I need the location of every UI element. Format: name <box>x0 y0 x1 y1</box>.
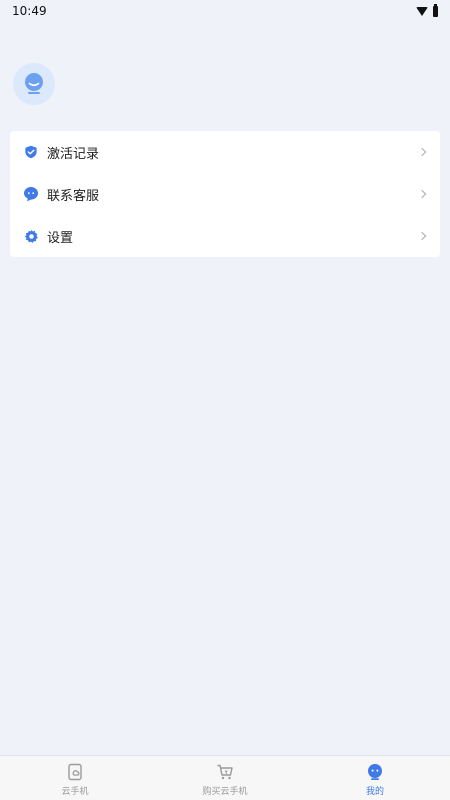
tab-label: 云手机 <box>61 787 89 797</box>
status-icons <box>416 3 438 17</box>
settings-gear-icon <box>23 228 39 244</box>
chevron-right-icon <box>417 189 427 199</box>
menu-item-settings[interactable]: 设置 <box>10 215 440 257</box>
tab-mine[interactable]: 我的 <box>300 756 450 800</box>
battery-icon <box>433 3 438 17</box>
menu-item-label: 激活记录 <box>47 146 100 162</box>
wifi-icon <box>416 6 428 16</box>
tab-label: 购买云手机 <box>202 787 248 797</box>
menu-item-activation-record[interactable]: 激活记录 <box>10 131 440 173</box>
mine-icon <box>365 762 385 782</box>
customer-service-icon <box>23 186 39 202</box>
tab-label: 我的 <box>365 787 384 797</box>
cart-icon <box>215 762 235 782</box>
chevron-right-icon <box>417 231 427 241</box>
menu-item-label: 设置 <box>47 230 74 246</box>
menu-item-label: 联系客服 <box>47 188 100 204</box>
bottom-tab-bar: 云手机 购买云手机 我的 <box>0 755 450 800</box>
status-time: 10:49 <box>12 4 47 18</box>
user-avatar-icon[interactable] <box>13 63 55 105</box>
menu-item-customer-service[interactable]: 联系客服 <box>10 173 440 215</box>
chevron-right-icon <box>417 147 427 157</box>
status-bar: 10:49 <box>0 0 450 22</box>
menu-card: 激活记录 联系客服 设置 <box>10 131 440 257</box>
cloud-phone-icon <box>65 762 85 782</box>
activation-record-icon <box>23 144 39 160</box>
tab-cloud-phone[interactable]: 云手机 <box>0 756 150 800</box>
tab-buy-cloud-phone[interactable]: 购买云手机 <box>150 756 300 800</box>
